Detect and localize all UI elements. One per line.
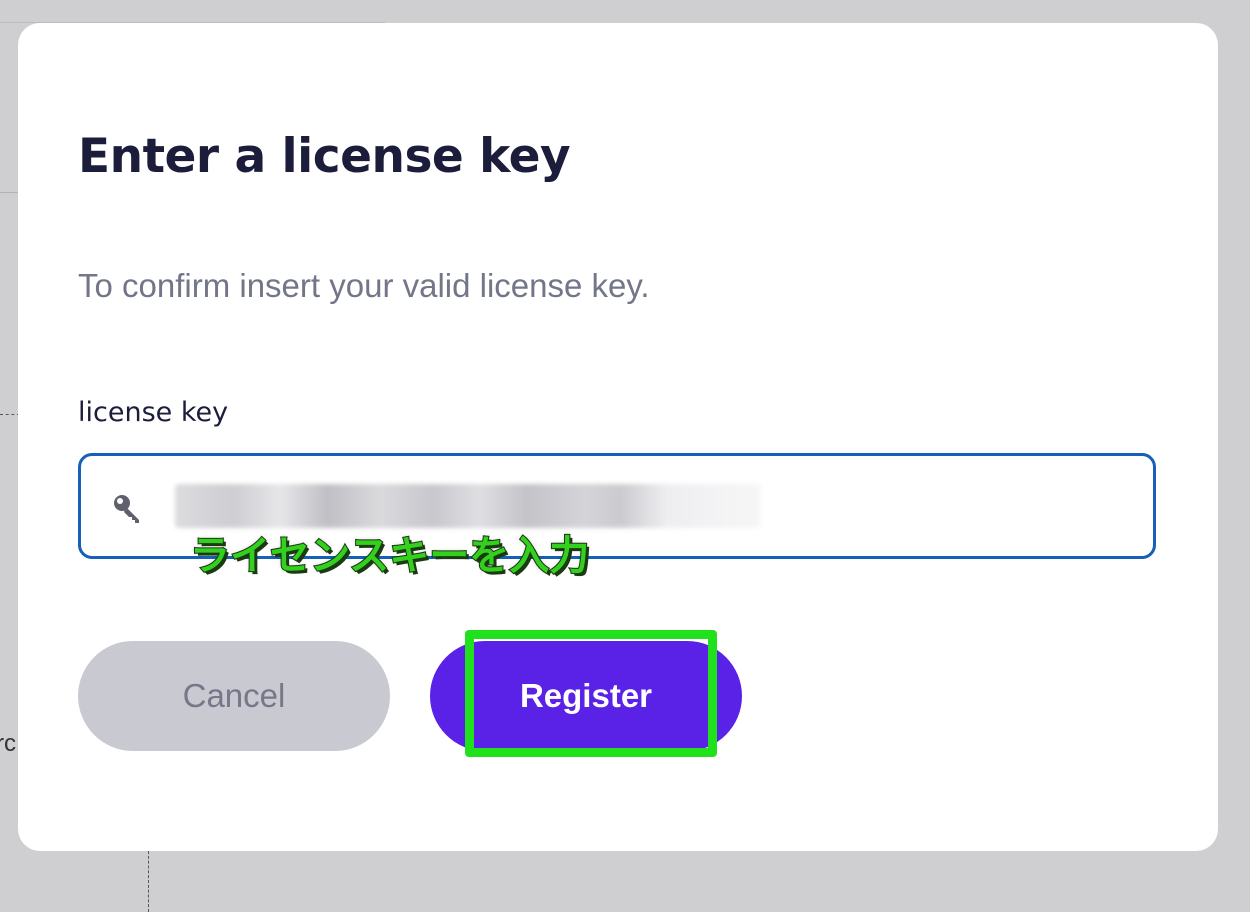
background-partial-text: rc (0, 730, 16, 757)
masked-license-key-value (175, 484, 761, 528)
license-key-label: license key (78, 397, 229, 428)
background-dashed-line (0, 414, 20, 415)
dialog-description: To confirm insert your valid license key… (78, 267, 650, 304)
background-divider (0, 192, 20, 193)
license-key-dialog: Enter a license key To confirm insert yo… (18, 23, 1218, 851)
background-dashed-line-vertical (148, 851, 149, 912)
cancel-button[interactable]: Cancel (78, 641, 390, 751)
annotation-enter-license-key: ライセンスキーを入力 (189, 532, 590, 580)
key-icon (114, 495, 139, 523)
dialog-title: Enter a license key (78, 129, 571, 184)
register-button[interactable]: Register (430, 641, 742, 751)
